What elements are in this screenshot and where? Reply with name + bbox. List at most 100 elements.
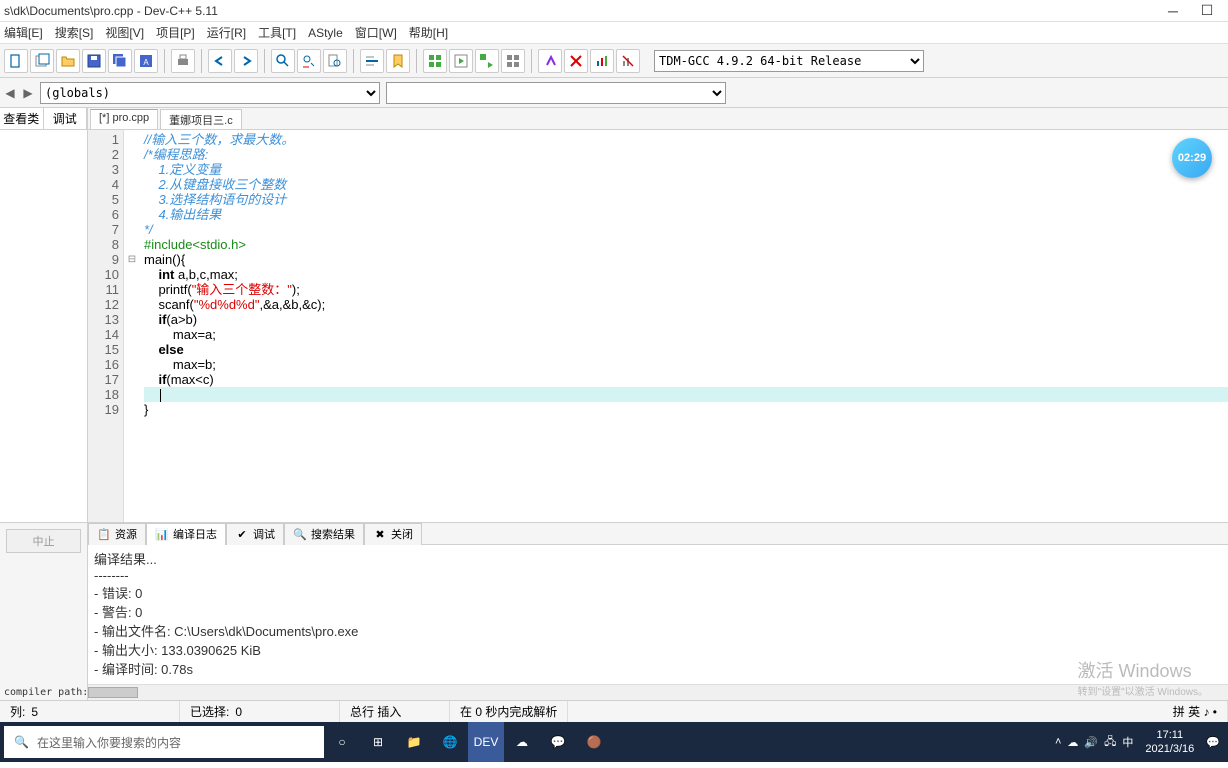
menu-edit[interactable]: 编辑[E]	[4, 24, 43, 41]
menubar: 编辑[E] 搜索[S] 视图[V] 项目[P] 运行[R] 工具[T] ASty…	[0, 22, 1228, 44]
sel-value: 0	[235, 705, 242, 719]
left-panel: 查看类 调试	[0, 108, 88, 522]
taskbar-search[interactable]: 🔍 在这里输入你要搜索的内容	[4, 726, 324, 758]
bottom-left-panel: 中止 compiler path:	[0, 523, 88, 700]
undo-button[interactable]	[208, 49, 232, 73]
main-area: 查看类 调试 [*] pro.cpp 董娜项目三.c 1234567891011…	[0, 108, 1228, 522]
wechat-icon[interactable]: 💬	[540, 722, 576, 762]
open-button[interactable]	[56, 49, 80, 73]
classview-body	[0, 130, 87, 522]
tray-up-icon[interactable]: ˄	[1055, 736, 1061, 748]
menu-tools[interactable]: 工具[T]	[258, 24, 296, 41]
compile-log-output[interactable]: 编译结果...--------- 错误: 0- 警告: 0- 输出文件名: C:…	[88, 545, 1228, 700]
menu-search[interactable]: 搜索[S]	[55, 24, 94, 41]
globals-select[interactable]: (globals)	[40, 82, 380, 104]
ime-status[interactable]: 拼 英 ♪ •	[1163, 701, 1228, 722]
compiler-path-label: compiler path:	[0, 685, 87, 700]
tray-ime-icon[interactable]: 中	[1122, 734, 1133, 750]
resource-icon: 📋	[97, 527, 111, 541]
new-project-button[interactable]	[30, 49, 54, 73]
compile-button[interactable]	[423, 49, 447, 73]
bottom-tabs: 📋资源 📊编译日志 ✔调试 🔍搜索结果 ✖关闭	[88, 523, 1228, 545]
notifications-icon[interactable]: 💬	[1206, 736, 1220, 749]
tab-debug-bottom[interactable]: ✔调试	[226, 523, 284, 545]
nav-left-button[interactable]: ◀	[4, 83, 16, 103]
tray-volume-icon[interactable]: 🔊	[1084, 736, 1098, 749]
search-icon: 🔍	[14, 735, 29, 749]
print-button[interactable]	[171, 49, 195, 73]
task-view-icon[interactable]: ⊞	[360, 722, 396, 762]
tab-debug[interactable]: 调试	[44, 108, 88, 129]
delete-profile-button[interactable]	[616, 49, 640, 73]
profile-button[interactable]	[590, 49, 614, 73]
titlebar: s\dk\Documents\pro.cpp - Dev-C++ 5.11 ─ …	[0, 0, 1228, 22]
scrollbar-thumb[interactable]	[88, 687, 138, 698]
navigation-bar: ◀ ▶ (globals)	[0, 78, 1228, 108]
app-icon-3[interactable]: 🟤	[576, 722, 612, 762]
timer-badge[interactable]: 02:29	[1172, 138, 1212, 178]
compiler-select[interactable]: TDM-GCC 4.9.2 64-bit Release	[654, 50, 924, 72]
menu-window[interactable]: 窗口[W]	[355, 24, 397, 41]
menu-help[interactable]: 帮助[H]	[409, 24, 448, 41]
tray-network-icon[interactable]: 🖧	[1104, 733, 1116, 752]
statusbar: 列: 5 已选择: 0 总行 插入 在 0 秒内完成解析 拼 英 ♪ •	[0, 700, 1228, 722]
maximize-button[interactable]: ☐	[1190, 1, 1224, 21]
sel-label: 已选择:	[190, 703, 229, 720]
col-label: 列:	[10, 703, 25, 720]
editor-zone: [*] pro.cpp 董娜项目三.c 12345678910111213141…	[88, 108, 1228, 522]
app-icon-2[interactable]: ☁	[504, 722, 540, 762]
rebuild-button[interactable]	[501, 49, 525, 73]
bottom-zone: 中止 compiler path: 📋资源 📊编译日志 ✔调试 🔍搜索结果 ✖关…	[0, 522, 1228, 700]
tab-classview[interactable]: 查看类	[0, 108, 44, 129]
search-icon: 🔍	[293, 527, 307, 541]
tab-resource[interactable]: 📋资源	[88, 523, 146, 545]
insert-mode: 总行 插入	[350, 703, 401, 720]
menu-run[interactable]: 运行[R]	[207, 24, 246, 41]
window-title: s\dk\Documents\pro.cpp - Dev-C++ 5.11	[4, 4, 1156, 18]
save-as-button[interactable]: A	[134, 49, 158, 73]
menu-astyle[interactable]: AStyle	[308, 26, 343, 40]
app-icon-1[interactable]: 🌐	[432, 722, 468, 762]
system-tray[interactable]: ˄ ☁ 🔊 🖧 中 17:11 2021/3/16 💬	[1047, 728, 1228, 756]
goto-line-button[interactable]	[360, 49, 384, 73]
run-button[interactable]	[449, 49, 473, 73]
tab-search-results[interactable]: 🔍搜索结果	[284, 523, 364, 545]
stop-button[interactable]	[564, 49, 588, 73]
new-file-button[interactable]	[4, 49, 28, 73]
file-tabs: [*] pro.cpp 董娜项目三.c	[88, 108, 1228, 130]
redo-button[interactable]	[234, 49, 258, 73]
save-all-button[interactable]	[108, 49, 132, 73]
close-icon: ✖	[373, 527, 387, 541]
tab-close[interactable]: ✖关闭	[364, 523, 422, 545]
svg-text:A: A	[143, 58, 149, 67]
tray-cloud-icon[interactable]: ☁	[1067, 736, 1078, 749]
compile-run-button[interactable]	[475, 49, 499, 73]
save-button[interactable]	[82, 49, 106, 73]
debug-button[interactable]	[538, 49, 562, 73]
replace-button[interactable]	[297, 49, 321, 73]
parse-status: 在 0 秒内完成解析	[460, 703, 557, 720]
code-editor[interactable]: 12345678910111213141516171819 ⊟ //输入三个数，…	[88, 130, 1228, 522]
file-explorer-icon[interactable]: 📁	[396, 722, 432, 762]
file-tab-pro-cpp[interactable]: [*] pro.cpp	[90, 109, 158, 129]
menu-view[interactable]: 视图[V]	[105, 24, 144, 41]
col-value: 5	[31, 705, 38, 719]
find-in-files-button[interactable]	[323, 49, 347, 73]
devcpp-icon[interactable]: DEV	[468, 722, 504, 762]
cortana-icon[interactable]: ○	[324, 722, 360, 762]
menu-project[interactable]: 项目[P]	[156, 24, 195, 41]
fold-column[interactable]: ⊟	[124, 130, 140, 522]
minimize-button[interactable]: ─	[1156, 1, 1190, 21]
symbols-select[interactable]	[386, 82, 726, 104]
find-button[interactable]	[271, 49, 295, 73]
toggle-bookmark-button[interactable]	[386, 49, 410, 73]
line-number-gutter: 12345678910111213141516171819	[88, 130, 124, 522]
abort-button[interactable]: 中止	[6, 529, 81, 553]
code-lines[interactable]: //输入三个数，求最大数。/*编程思路: 1.定义变量 2.从键盘接收三个整数 …	[140, 130, 1228, 522]
horizontal-scrollbar[interactable]	[88, 684, 1228, 700]
taskbar-clock[interactable]: 17:11 2021/3/16	[1139, 728, 1200, 756]
tab-compile-log[interactable]: 📊编译日志	[146, 523, 226, 545]
nav-right-button[interactable]: ▶	[22, 83, 34, 103]
file-tab-dongna[interactable]: 董娜项目三.c	[160, 109, 242, 129]
toolbar: A TDM-GCC 4.9.2 64-bit Release	[0, 44, 1228, 78]
